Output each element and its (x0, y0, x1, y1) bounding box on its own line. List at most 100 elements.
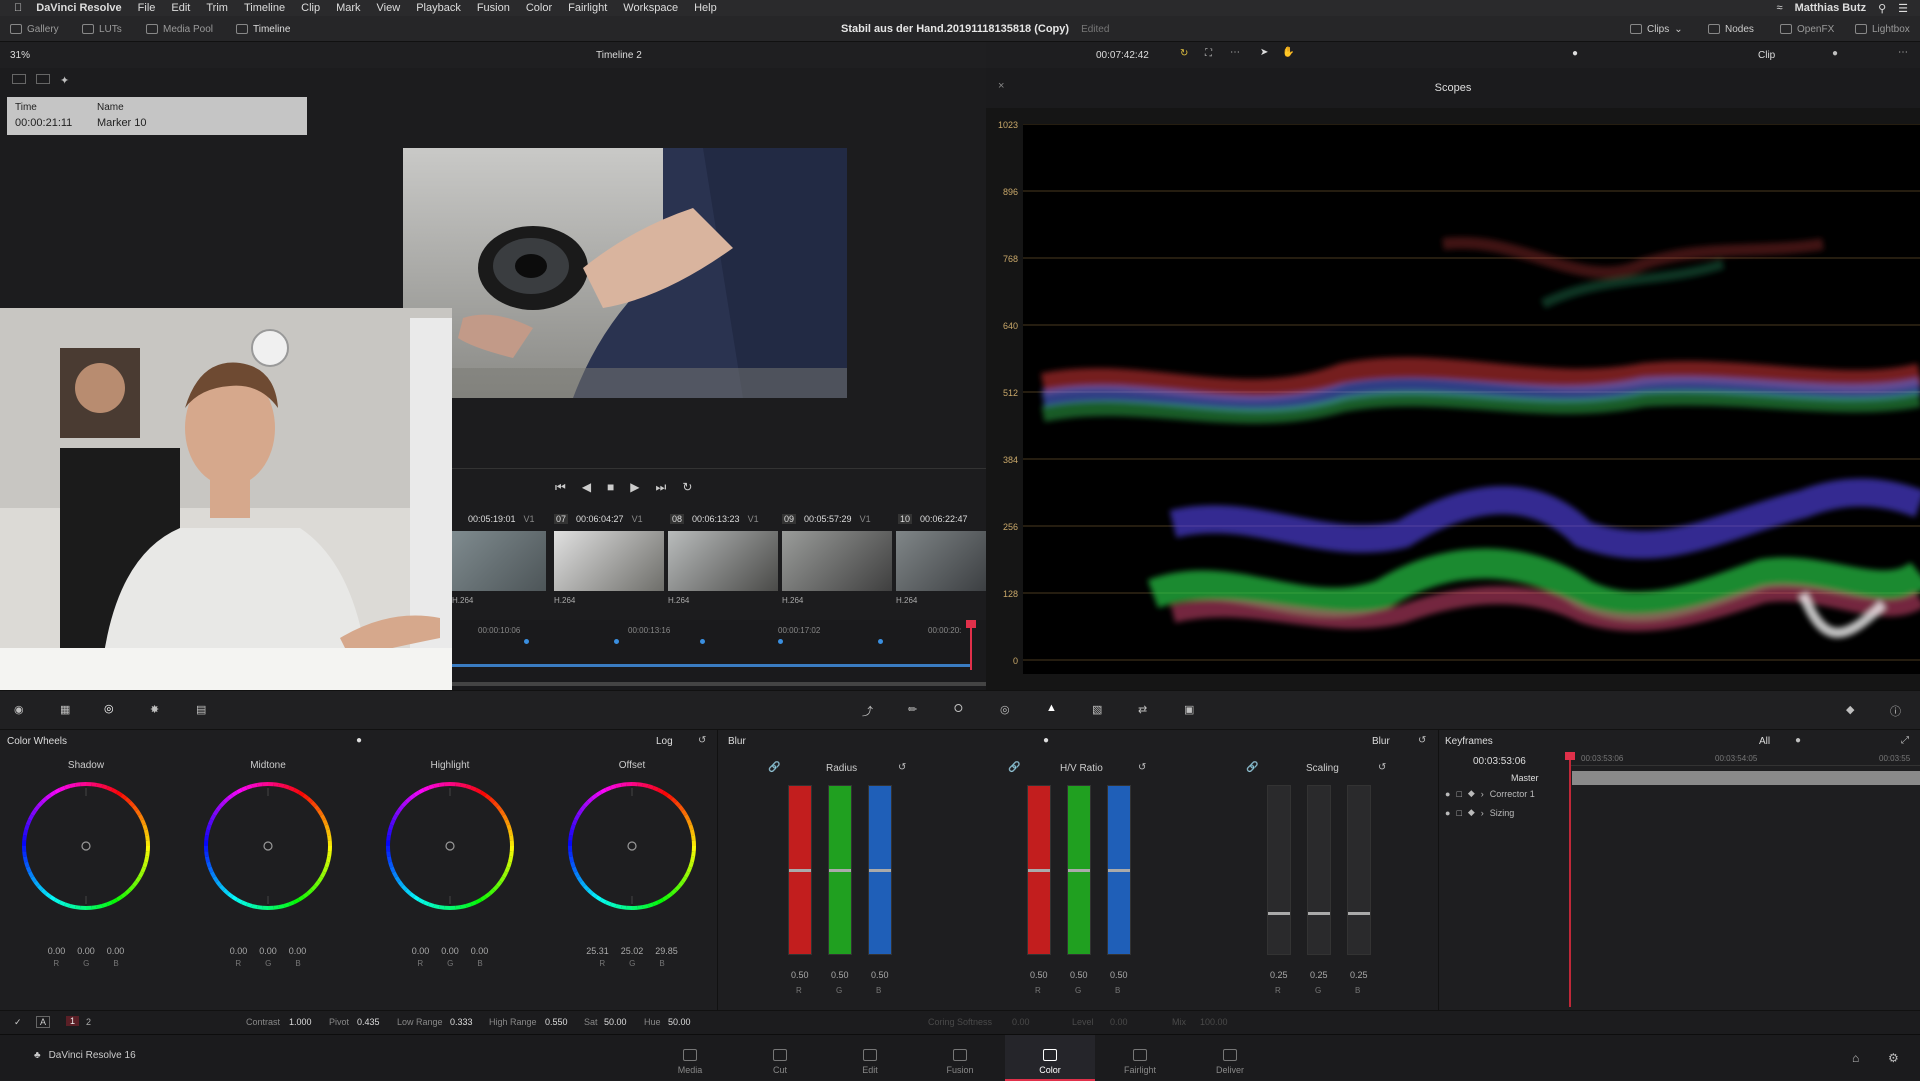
clip-thumb-2[interactable] (554, 531, 664, 591)
lock-icon[interactable]: □ (1456, 789, 1461, 799)
lightbox-button[interactable]: Lightbox (1855, 16, 1910, 42)
qualifier-icon[interactable]: ✏ (908, 703, 917, 716)
menu-help[interactable]: Help (694, 2, 717, 14)
picker-icon[interactable]: ✓ (14, 1017, 22, 1028)
radius-b-slider[interactable] (868, 785, 892, 955)
hdr-icon[interactable]: ✸ (150, 703, 159, 716)
lock-icon[interactable]: □ (1456, 808, 1461, 818)
hv-g-slider[interactable] (1067, 785, 1091, 955)
value-g[interactable]: 0.00 (441, 946, 459, 956)
marker-dot[interactable] (614, 639, 619, 644)
pointer-icon[interactable]: ➤ (1260, 47, 1268, 58)
more-options-icon[interactable]: ⋯ (1230, 47, 1240, 58)
mix-value[interactable]: 100.00 (1200, 1017, 1228, 1027)
enable-dot-icon[interactable]: ● (1445, 808, 1450, 818)
link-icon[interactable]: 🔗 (1008, 762, 1020, 773)
loop-icon[interactable]: ↻ (1180, 48, 1188, 59)
value-b[interactable]: 0.00 (107, 946, 125, 956)
reset-icon[interactable]: ↺ (1378, 762, 1386, 773)
clip-thumb-4[interactable] (782, 531, 892, 591)
page-deliver[interactable]: Deliver (1185, 1035, 1275, 1081)
value-r[interactable]: 0.00 (48, 946, 66, 956)
shadow-color-wheel[interactable] (16, 776, 156, 916)
menu-trim[interactable]: Trim (206, 2, 228, 14)
level-value[interactable]: 0.00 (1110, 1017, 1128, 1027)
clip-mode-selector[interactable]: Clip (1758, 50, 1775, 61)
keyframes-icon[interactable]: ◆ (1846, 703, 1854, 716)
menu-color[interactable]: Color (526, 2, 552, 14)
rgb-mixer-icon[interactable]: ▤ (196, 703, 206, 716)
pivot-value[interactable]: 0.435 (357, 1017, 380, 1027)
color-match-icon[interactable]: ▦ (60, 703, 70, 716)
menu-mark[interactable]: Mark (336, 2, 360, 14)
go-to-end-icon[interactable]: ⏭ (656, 480, 667, 495)
hv-r-value[interactable]: 0.50 (1030, 970, 1048, 980)
menu-clip[interactable]: Clip (301, 2, 320, 14)
page-cut[interactable]: Cut (735, 1035, 825, 1081)
clips-button[interactable]: Clips ⌄ (1630, 16, 1683, 42)
expand-chevron-icon[interactable]: › (1481, 789, 1484, 799)
scaling-b-value[interactable]: 0.25 (1350, 970, 1368, 980)
playhead-handle[interactable] (966, 620, 976, 628)
keyframe-playhead[interactable] (1569, 752, 1571, 1007)
reset-icon[interactable]: ↺ (1138, 762, 1146, 773)
menu-file[interactable]: File (138, 2, 156, 14)
apple-icon[interactable]:  (14, 2, 22, 14)
radius-g-slider[interactable] (828, 785, 852, 955)
value-b[interactable]: 0.00 (471, 946, 489, 956)
menu-edit[interactable]: Edit (171, 2, 190, 14)
enable-dot-icon[interactable]: ● (1445, 789, 1450, 799)
blur-page-dot-icon[interactable]: ● (1043, 735, 1049, 746)
reset-icon[interactable]: ↺ (898, 762, 906, 773)
settings-gear-icon[interactable]: ⚙ (1888, 1051, 1899, 1065)
fullscreen-icon[interactable]: ⛶ (1205, 48, 1212, 59)
radius-r-value[interactable]: 0.50 (791, 970, 809, 980)
page-edit[interactable]: Edit (825, 1035, 915, 1081)
high-range-value[interactable]: 0.550 (545, 1017, 568, 1027)
hand-icon[interactable]: ✋ (1282, 47, 1294, 58)
split-icon[interactable] (36, 74, 50, 84)
hv-b-slider[interactable] (1107, 785, 1131, 955)
marker-dot[interactable] (878, 639, 883, 644)
home-icon[interactable]: ⌂ (1852, 1051, 1859, 1065)
value-b[interactable]: 0.00 (289, 946, 307, 956)
scaling-g-value[interactable]: 0.25 (1310, 970, 1328, 980)
clip-thumb-1[interactable] (452, 531, 546, 591)
highlight-color-wheel[interactable] (380, 776, 520, 916)
reset-icon[interactable]: ↺ (1418, 735, 1426, 746)
keyframe-filter[interactable]: All (1759, 736, 1770, 747)
low-range-value[interactable]: 0.333 (450, 1017, 473, 1027)
search-icon[interactable]: ⚲ (1878, 2, 1886, 15)
key-icon[interactable]: ▧ (1092, 703, 1102, 716)
page-fusion[interactable]: Fusion (915, 1035, 1005, 1081)
mode-selector[interactable]: Log (656, 736, 673, 747)
value-r[interactable]: 0.00 (230, 946, 248, 956)
info-icon[interactable]: ⓘ (1890, 703, 1901, 719)
page-fairlight[interactable]: Fairlight (1095, 1035, 1185, 1081)
blur-mode-selector[interactable]: Blur (1372, 736, 1390, 747)
value-g[interactable]: 0.00 (259, 946, 277, 956)
highlight-icon[interactable]: ✦ (60, 74, 69, 87)
radius-r-slider[interactable] (788, 785, 812, 955)
wifi-icon[interactable]: ≈ (1777, 2, 1783, 14)
menu-view[interactable]: View (377, 2, 401, 14)
scaling-b-slider[interactable] (1347, 785, 1371, 955)
media-pool-button[interactable]: Media Pool (146, 16, 213, 42)
hv-g-value[interactable]: 0.50 (1070, 970, 1088, 980)
stop-icon[interactable]: ■ (607, 480, 614, 495)
color-wheels-icon[interactable]: ◎ (104, 702, 114, 715)
offset-color-wheel[interactable] (562, 776, 702, 916)
go-to-start-icon[interactable]: ⏮ (555, 480, 566, 495)
menu-fairlight[interactable]: Fairlight (568, 2, 607, 14)
gallery-button[interactable]: Gallery (10, 16, 59, 42)
marker-dot[interactable] (524, 639, 529, 644)
menu-fusion[interactable]: Fusion (477, 2, 510, 14)
window-icon[interactable]: ⭘ (954, 703, 963, 716)
value-g[interactable]: 25.02 (621, 946, 644, 956)
value-b[interactable]: 29.85 (655, 946, 678, 956)
scaling-r-slider[interactable] (1267, 785, 1291, 955)
wipe-icon[interactable] (12, 74, 26, 84)
tracker-icon[interactable]: ◎ (1000, 703, 1010, 716)
hv-r-slider[interactable] (1027, 785, 1051, 955)
keyframe-dot-icon[interactable]: ● (1795, 735, 1801, 746)
